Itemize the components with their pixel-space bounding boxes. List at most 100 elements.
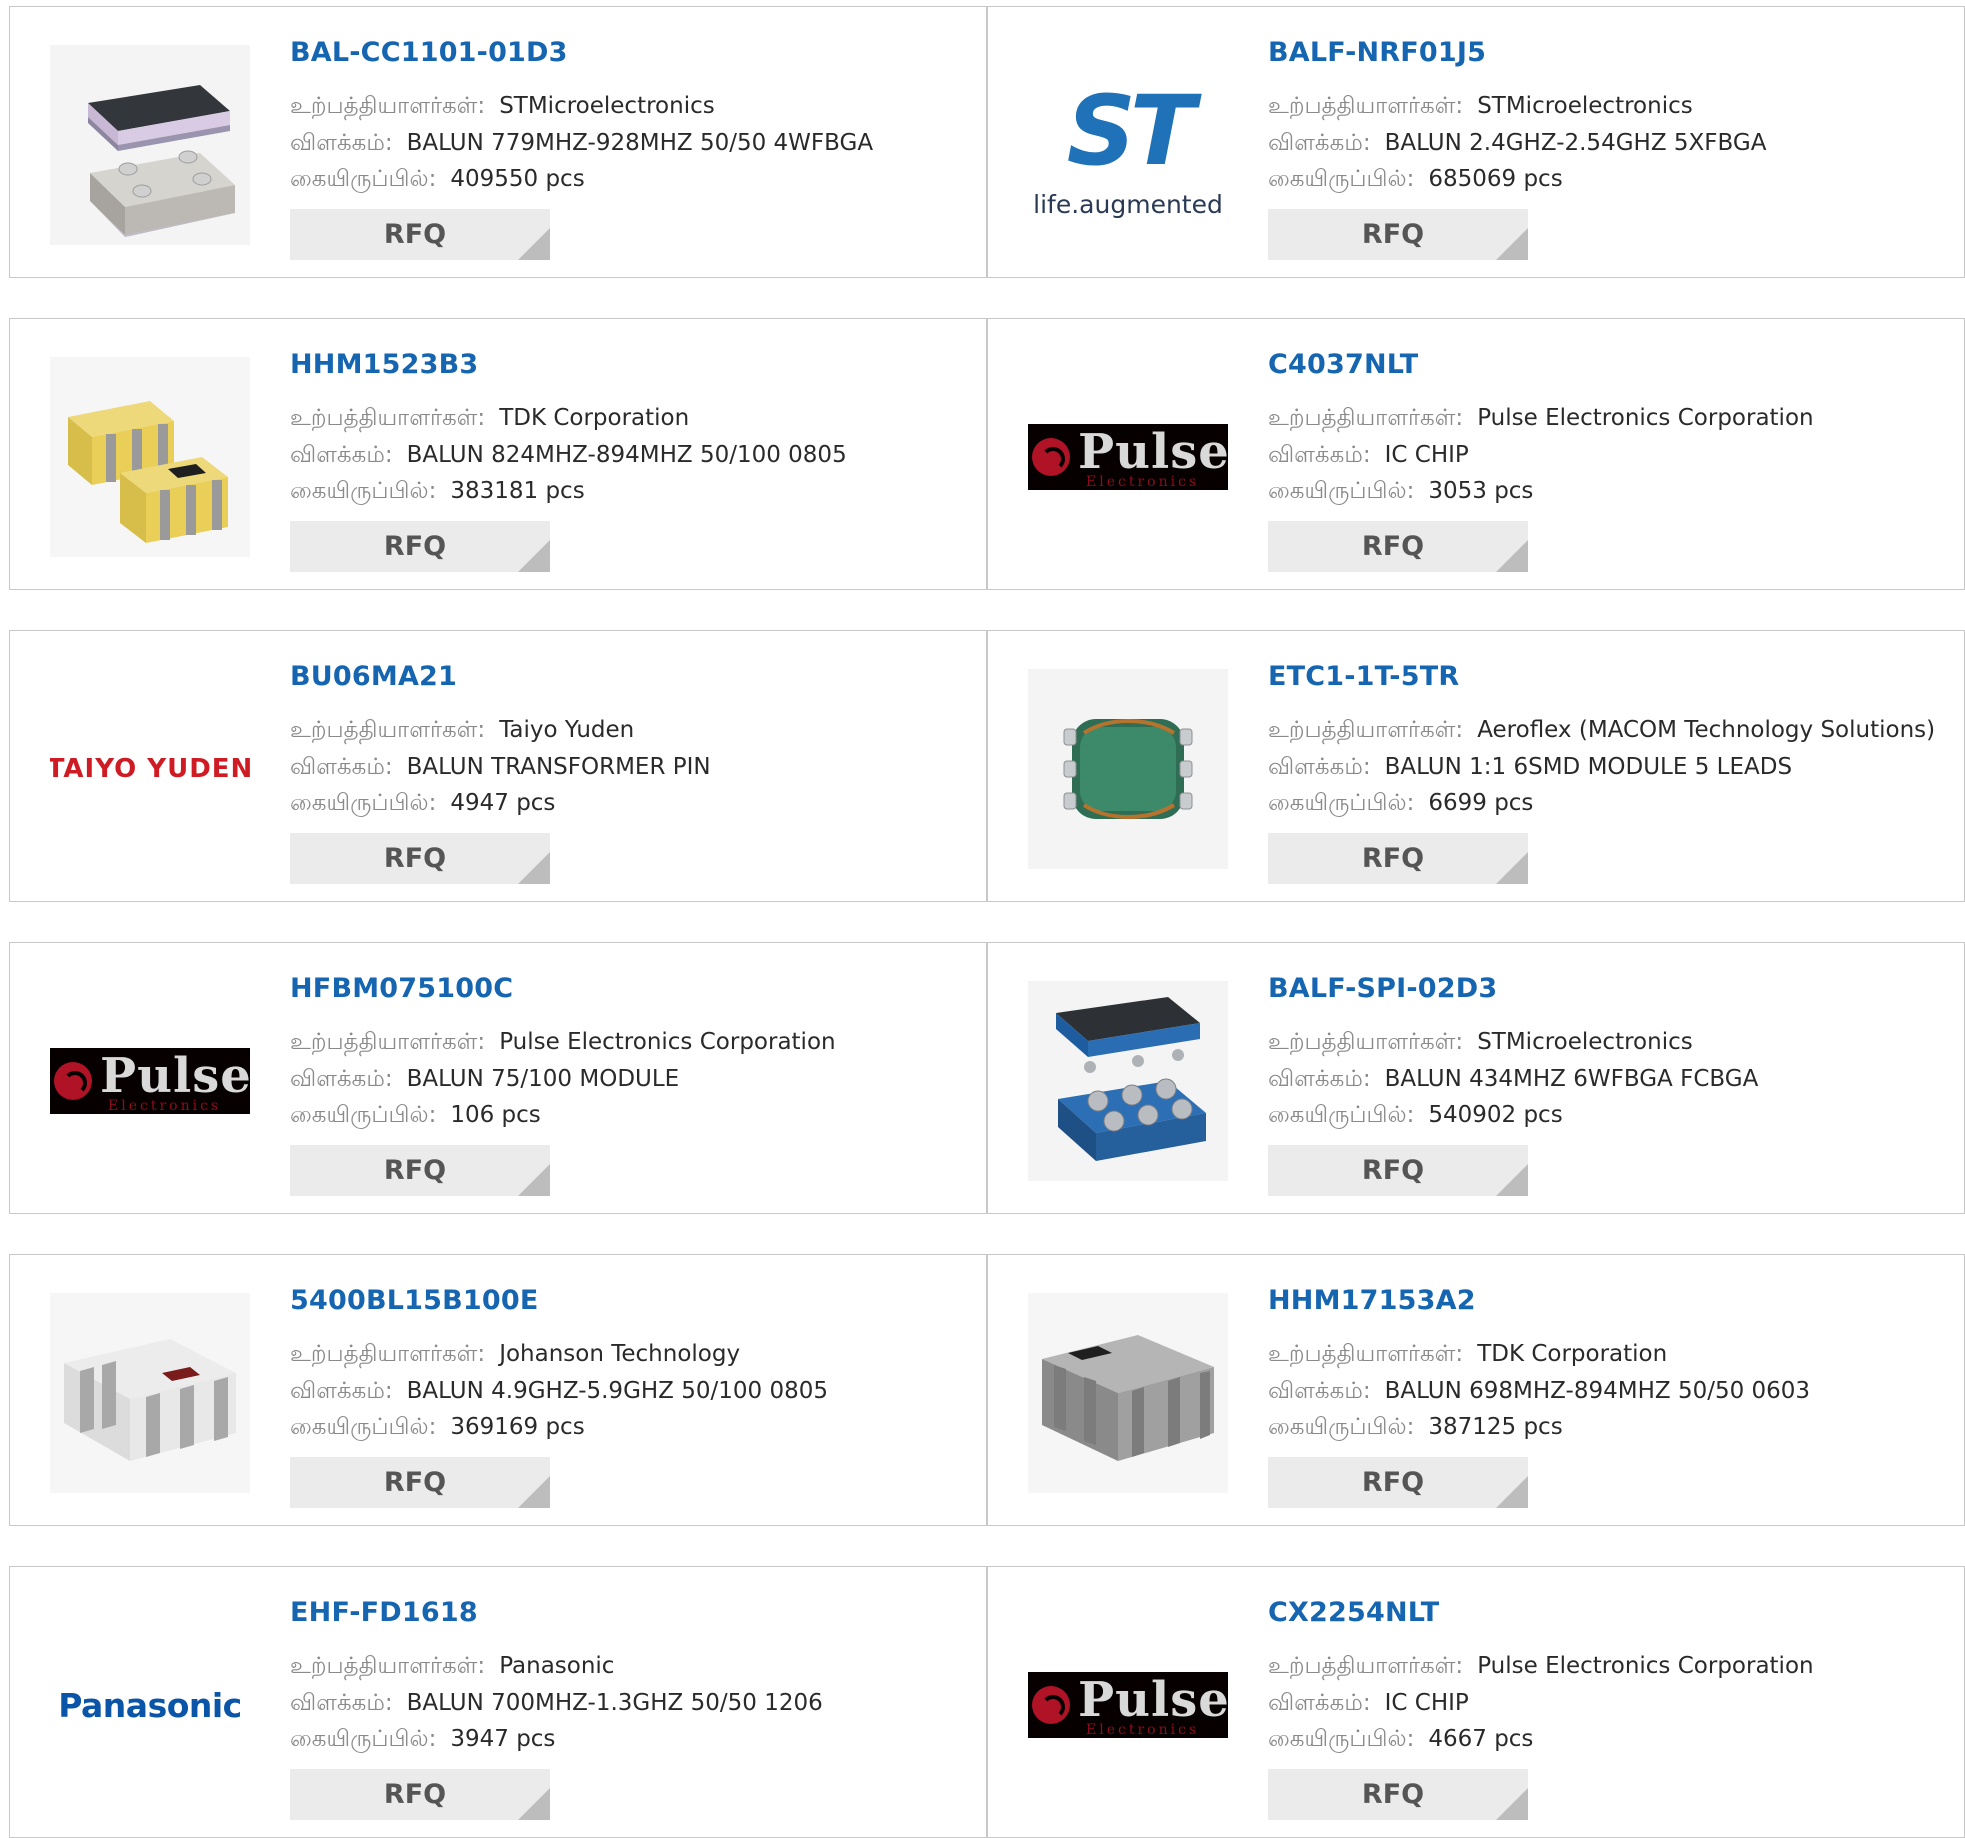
- product-image[interactable]: Pulse Electronics: [1028, 1605, 1228, 1805]
- description-row: விளக்கம்: BALUN 4.9GHZ-5.9GHZ 50/100 0805: [290, 1376, 828, 1406]
- manufacturer-value: Johanson Technology: [499, 1341, 741, 1367]
- manufacturer-label: உற்பத்தியாளர்கள்:: [290, 1341, 486, 1367]
- rfq-button-label: RFQ: [383, 219, 447, 250]
- rfq-button[interactable]: RFQ: [290, 1457, 550, 1508]
- stock-row: கையிருப்பில்: 685069 pcs: [1268, 164, 1563, 194]
- product-image[interactable]: Pulse Electronics: [1028, 357, 1228, 557]
- stock-row: கையிருப்பில்: 383181 pcs: [290, 476, 585, 506]
- description-label: விளக்கம்:: [290, 130, 393, 156]
- product-part-link[interactable]: HHM17153A2: [1268, 1285, 1476, 1316]
- stock-value: 369169 pcs: [450, 1414, 585, 1440]
- product-part-link[interactable]: CX2254NLT: [1268, 1597, 1439, 1628]
- manufacturer-label: உற்பத்தியாளர்கள்:: [1268, 405, 1464, 431]
- description-row: விளக்கம்: BALUN 1:1 6SMD MODULE 5 LEADS: [1268, 752, 1792, 782]
- product-part-link[interactable]: EHF-FD1618: [290, 1597, 478, 1628]
- product-part-link[interactable]: BAL-CC1101-01D3: [290, 37, 568, 68]
- product-card: HHM1523B3 உற்பத்தியாளர்கள்: TDK Corporati…: [9, 318, 987, 590]
- stock-row: கையிருப்பில்: 106 pcs: [290, 1100, 541, 1130]
- rfq-button[interactable]: RFQ: [290, 1769, 550, 1820]
- product-image[interactable]: [50, 1293, 250, 1493]
- product-part-link[interactable]: BALF-SPI-02D3: [1268, 973, 1497, 1004]
- description-value: BALUN 700MHZ-1.3GHZ 50/50 1206: [406, 1690, 823, 1716]
- manufacturer-value: STMicroelectronics: [1477, 1029, 1693, 1055]
- rfq-button[interactable]: RFQ: [290, 1145, 550, 1196]
- stock-value: 4667 pcs: [1428, 1726, 1534, 1752]
- product-part-link[interactable]: BU06MA21: [290, 661, 457, 692]
- product-part-link[interactable]: HFBM075100C: [290, 973, 513, 1004]
- product-card: BAL-CC1101-01D3 உற்பத்தியாளர்கள்: STMicro…: [9, 6, 987, 278]
- rfq-button[interactable]: RFQ: [1268, 1457, 1528, 1508]
- rfq-button-label: RFQ: [1361, 531, 1425, 562]
- description-label: விளக்கம்:: [1268, 1690, 1371, 1716]
- rfq-button-label: RFQ: [1361, 1779, 1425, 1810]
- stock-label: கையிருப்பில்:: [1268, 1102, 1415, 1128]
- description-row: விளக்கம்: BALUN 75/100 MODULE: [290, 1064, 679, 1094]
- product-part-link[interactable]: 5400BL15B100E: [290, 1285, 539, 1316]
- manufacturer-label: உற்பத்தியாளர்கள்:: [1268, 717, 1464, 743]
- description-label: விளக்கம்:: [290, 754, 393, 780]
- rfq-corner-decoration: [518, 1164, 550, 1196]
- manufacturer-label: உற்பத்தியாளர்கள்:: [290, 93, 486, 119]
- product-image[interactable]: [1028, 1293, 1228, 1493]
- rfq-button-label: RFQ: [1361, 1467, 1425, 1498]
- stock-row: கையிருப்பில்: 409550 pcs: [290, 164, 585, 194]
- product-part-link[interactable]: HHM1523B3: [290, 349, 478, 380]
- rfq-button[interactable]: RFQ: [290, 833, 550, 884]
- manufacturer-row: உற்பத்தியாளர்கள்: STMicroelectronics: [290, 91, 715, 121]
- rfq-button[interactable]: RFQ: [1268, 209, 1528, 260]
- product-image[interactable]: [1028, 669, 1228, 869]
- manufacturer-row: உற்பத்தியாளர்கள்: STMicroelectronics: [1268, 91, 1693, 121]
- manufacturer-label: உற்பத்தியாளர்கள்:: [290, 1029, 486, 1055]
- product-image[interactable]: Pulse Electronics: [50, 981, 250, 1181]
- manufacturer-row: உற்பத்தியாளர்கள்: STMicroelectronics: [1268, 1027, 1693, 1057]
- manufacturer-row: உற்பத்தியாளர்கள்: Pulse Electronics Corpo…: [290, 1027, 836, 1057]
- pulse-electronics-logo: Pulse Electronics: [50, 1048, 250, 1114]
- product-card: Pulse Electronics C4037NLT உற்பத்தியாளர்க…: [987, 318, 1965, 590]
- rfq-button-label: RFQ: [383, 843, 447, 874]
- rfq-button-label: RFQ: [383, 531, 447, 562]
- description-value: IC CHIP: [1384, 1690, 1469, 1716]
- rfq-corner-decoration: [1496, 852, 1528, 884]
- description-row: விளக்கம்: IC CHIP: [1268, 440, 1469, 470]
- manufacturer-value: Panasonic: [499, 1653, 615, 1679]
- rfq-button[interactable]: RFQ: [1268, 1769, 1528, 1820]
- stock-row: கையிருப்பில்: 540902 pcs: [1268, 1100, 1563, 1130]
- rfq-button-label: RFQ: [1361, 843, 1425, 874]
- manufacturer-label: உற்பத்தியாளர்கள்:: [290, 1653, 486, 1679]
- rfq-corner-decoration: [1496, 228, 1528, 260]
- rfq-button-label: RFQ: [1361, 1155, 1425, 1186]
- product-part-link[interactable]: C4037NLT: [1268, 349, 1418, 380]
- product-image[interactable]: Panasonic: [50, 1605, 250, 1805]
- product-image[interactable]: TAIYO YUDEN: [50, 669, 250, 869]
- stock-row: கையிருப்பில்: 369169 pcs: [290, 1412, 585, 1442]
- stock-label: கையிருப்பில்:: [290, 790, 437, 816]
- manufacturer-row: உற்பத்தியாளர்கள்: Pulse Electronics Corpo…: [1268, 1651, 1814, 1681]
- manufacturer-label: உற்பத்தியாளர்கள்:: [1268, 1653, 1464, 1679]
- rfq-button[interactable]: RFQ: [1268, 833, 1528, 884]
- rfq-corner-decoration: [518, 1476, 550, 1508]
- description-row: விளக்கம்: BALUN 2.4GHZ-2.54GHZ 5XFBGA: [1268, 128, 1766, 158]
- rfq-button[interactable]: RFQ: [1268, 521, 1528, 572]
- product-card: HHM17153A2 உற்பத்தியாளர்கள்: TDK Corporat…: [987, 1254, 1965, 1526]
- product-image[interactable]: ST life.augmented: [1028, 45, 1228, 245]
- description-row: விளக்கம்: BALUN 779MHZ-928MHZ 50/50 4WFBG…: [290, 128, 873, 158]
- product-image[interactable]: [50, 45, 250, 245]
- description-value: BALUN 2.4GHZ-2.54GHZ 5XFBGA: [1384, 130, 1767, 156]
- stock-value: 106 pcs: [450, 1102, 541, 1128]
- description-row: விளக்கம்: BALUN TRANSFORMER PIN: [290, 752, 711, 782]
- manufacturer-label: உற்பத்தியாளர்கள்:: [1268, 93, 1464, 119]
- rfq-button[interactable]: RFQ: [1268, 1145, 1528, 1196]
- product-card: ETC1-1T-5TR உற்பத்தியாளர்கள்: Aeroflex (M…: [987, 630, 1965, 902]
- rfq-button[interactable]: RFQ: [290, 521, 550, 572]
- product-image[interactable]: [50, 357, 250, 557]
- rfq-button[interactable]: RFQ: [290, 209, 550, 260]
- product-part-link[interactable]: ETC1-1T-5TR: [1268, 661, 1459, 692]
- stock-label: கையிருப்பில்:: [290, 1414, 437, 1440]
- stock-label: கையிருப்பில்:: [1268, 478, 1415, 504]
- product-part-link[interactable]: BALF-NRF01J5: [1268, 37, 1486, 68]
- rfq-corner-decoration: [1496, 1476, 1528, 1508]
- product-card: ST life.augmented BALF-NRF01J5 உற்பத்திய…: [987, 6, 1965, 278]
- stock-label: கையிருப்பில்:: [290, 1726, 437, 1752]
- manufacturer-value: STMicroelectronics: [1477, 93, 1693, 119]
- product-image[interactable]: [1028, 981, 1228, 1181]
